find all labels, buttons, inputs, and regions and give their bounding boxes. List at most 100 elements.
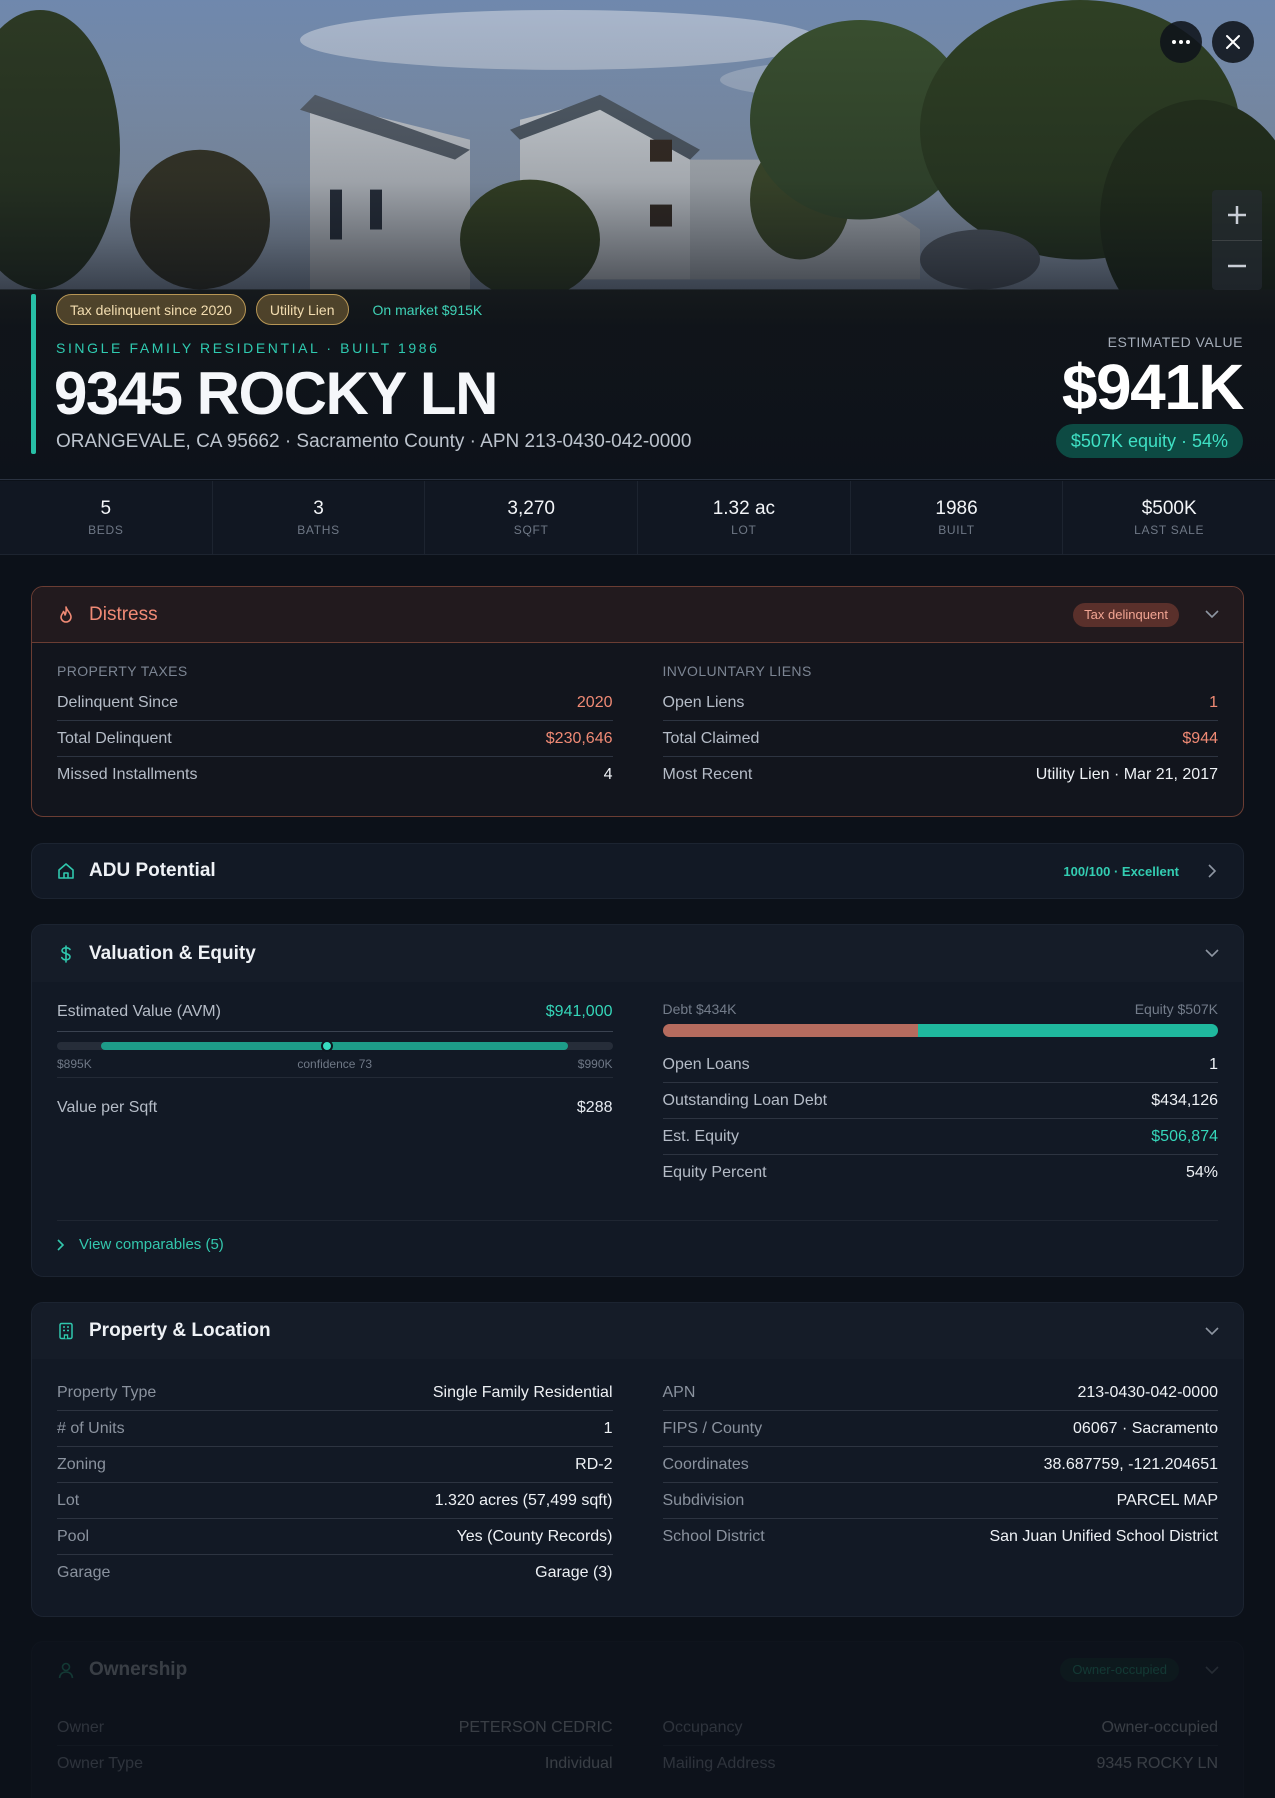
debt-portion bbox=[662, 1024, 919, 1037]
estimated-value: $941K bbox=[1061, 351, 1245, 423]
avm-row: Estimated Value (AVM) $941,000 bbox=[57, 992, 613, 1032]
section-label: PROPERTY TAXES bbox=[57, 663, 188, 679]
row-label: Pool bbox=[57, 1527, 90, 1545]
table-row: Owner PETERSON CEDRIC bbox=[57, 1710, 613, 1746]
row-value: 213-0430-042-0000 bbox=[1077, 1383, 1218, 1401]
table-row: APN 213-0430-042-0000 bbox=[662, 1375, 1218, 1411]
plus-icon bbox=[1228, 206, 1246, 224]
section-label: INVOLUNTARY LIENS bbox=[662, 663, 812, 679]
stat-label: BATHS bbox=[297, 523, 340, 537]
distress-header[interactable]: Distress Tax delinquent bbox=[32, 587, 1243, 643]
ownership-title: Ownership bbox=[89, 1659, 188, 1680]
row-value: 38.687759, -121.204651 bbox=[1043, 1455, 1218, 1473]
tax-delinquent-chip: Tax delinquent since 2020 bbox=[56, 294, 246, 325]
row-value: $506,874 bbox=[1151, 1127, 1218, 1145]
distress-card: Distress Tax delinquent PROPERTY TAXES D… bbox=[31, 586, 1244, 817]
row-label: Outstanding Loan Debt bbox=[662, 1091, 828, 1109]
stat-label: BUILT bbox=[938, 523, 975, 537]
adu-potential-card[interactable]: ADU Potential 100/100 · Excellent bbox=[31, 843, 1244, 899]
table-row: Open Liens 1 bbox=[662, 685, 1218, 721]
row-value: San Juan Unified School District bbox=[989, 1528, 1218, 1545]
valuation-header[interactable]: Valuation & Equity bbox=[32, 925, 1243, 982]
property-stats: 5 BEDS 3 BATHS 3,270 SQFT 1.32 ac LOT 1986 BU… bbox=[0, 481, 1275, 555]
view-comparables-link[interactable]: View comparables (5) bbox=[57, 1220, 1218, 1253]
stat-sqft: 3,270 SQFT bbox=[425, 481, 639, 554]
distress-title: Distress bbox=[89, 603, 158, 625]
flame-icon bbox=[57, 605, 75, 624]
debt-equity-section: Debt $434K Equity $507K Open Loans 1 Outs… bbox=[662, 992, 1219, 1191]
row-label: Mailing Address bbox=[662, 1755, 776, 1772]
table-row: Pool Yes (County Records) bbox=[57, 1519, 613, 1555]
range-low-label: $895K bbox=[57, 1057, 92, 1071]
row-label: Est. Equity bbox=[662, 1127, 739, 1145]
zoom-out-button[interactable] bbox=[1212, 240, 1262, 290]
row-label: APN bbox=[662, 1383, 696, 1401]
stat-baths: 3 BATHS bbox=[213, 481, 426, 554]
valuation-equity-card: Valuation & Equity Estimated Value (AVM)… bbox=[31, 924, 1244, 1277]
row-value: 54% bbox=[1185, 1164, 1218, 1181]
estimate-marker bbox=[321, 1040, 334, 1052]
row-label: Equity Percent bbox=[662, 1164, 767, 1181]
adu-header[interactable]: ADU Potential 100/100 · Excellent bbox=[32, 844, 1243, 898]
table-row: Zoning RD-2 bbox=[57, 1447, 613, 1483]
table-row: Property Type Single Family Residential bbox=[57, 1375, 613, 1411]
row-value: PETERSON CEDRIC bbox=[458, 1718, 613, 1736]
close-button[interactable] bbox=[1212, 21, 1254, 63]
stat-lot: 1.32 ac LOT bbox=[638, 481, 851, 554]
table-row: Owner Type Individual bbox=[57, 1746, 613, 1782]
row-label: Total Delinquent bbox=[57, 729, 172, 747]
more-options-button[interactable] bbox=[1160, 21, 1202, 63]
property-location-header[interactable]: Property & Location bbox=[32, 1303, 1243, 1359]
row-value: 1 bbox=[1209, 1055, 1218, 1073]
row-label: Subdivision bbox=[662, 1491, 745, 1509]
status-chips: Tax delinquent since 2020 Utility Lien O… bbox=[56, 294, 496, 325]
stat-value: 3,270 bbox=[507, 498, 555, 519]
equity-label: Equity $507K bbox=[1134, 1001, 1218, 1017]
range-fill bbox=[101, 1042, 569, 1050]
table-row: Total Claimed $944 bbox=[662, 721, 1218, 757]
stat-value: 5 bbox=[100, 498, 112, 519]
row-label: # of Units bbox=[57, 1419, 125, 1437]
table-row: Garage Garage (3) bbox=[57, 1555, 613, 1591]
property-location-card: Property & Location Property Type Single … bbox=[31, 1302, 1244, 1617]
stat-value: $500K bbox=[1141, 498, 1197, 519]
chevron-down-icon[interactable] bbox=[1205, 947, 1219, 961]
chevron-down-icon[interactable] bbox=[1205, 608, 1219, 622]
utility-lien-chip: Utility Lien bbox=[255, 294, 349, 325]
row-value: 9345 ROCKY LN bbox=[1096, 1755, 1218, 1772]
table-row: Equity Percent 54% bbox=[663, 1155, 1219, 1191]
row-value: Utility Lien · Mar 21, 2017 bbox=[1035, 766, 1218, 783]
row-label: Lot bbox=[57, 1491, 80, 1509]
estimated-value-label: ESTIMATED VALUE bbox=[1107, 334, 1243, 350]
chevron-right-icon[interactable] bbox=[1205, 864, 1219, 878]
avm-value: $941,000 bbox=[545, 1002, 613, 1020]
home-icon bbox=[57, 862, 75, 880]
property-details-right: APN 213-0430-042-0000 FIPS / County 06067 … bbox=[662, 1375, 1218, 1591]
stat-value: 1986 bbox=[935, 498, 978, 519]
property-taxes-section: PROPERTY TAXES Delinquent Since 2020 Tota… bbox=[57, 663, 613, 793]
involuntary-liens-section: INVOLUNTARY LIENS Open Liens 1 Total Clai… bbox=[662, 663, 1218, 793]
confidence-label: confidence 73 bbox=[297, 1057, 373, 1071]
ownership-right: Occupancy Owner-occupied Mailing Address 9… bbox=[662, 1710, 1219, 1782]
row-value: $434,126 bbox=[1151, 1091, 1218, 1109]
avm-label: Estimated Value (AVM) bbox=[57, 1002, 221, 1020]
chevron-down-icon[interactable] bbox=[1205, 1663, 1219, 1677]
row-value: 1.320 acres (57,499 sqft) bbox=[434, 1491, 613, 1509]
zoom-in-button[interactable] bbox=[1212, 190, 1262, 240]
row-label: Missed Installments bbox=[57, 766, 198, 783]
row-label: FIPS / County bbox=[662, 1419, 763, 1437]
row-label: Coordinates bbox=[662, 1455, 749, 1473]
stat-value: 1.32 ac bbox=[712, 498, 776, 519]
valuation-title: Valuation & Equity bbox=[89, 942, 256, 964]
ownership-header[interactable]: Ownership Owner-occupied bbox=[32, 1642, 1243, 1698]
table-row: Subdivision PARCEL MAP bbox=[662, 1483, 1218, 1519]
row-value: $944 bbox=[1182, 729, 1218, 747]
value-per-sqft-row: Value per Sqft $288 bbox=[57, 1077, 613, 1137]
property-address: 9345 ROCKY LN bbox=[54, 360, 498, 427]
stat-last-sale: $500K LAST SALE bbox=[1063, 481, 1275, 554]
table-row: Open Loans 1 bbox=[662, 1047, 1218, 1083]
row-value: Owner-occupied bbox=[1101, 1718, 1219, 1736]
property-subaddress: ORANGEVALE, CA 95662 · Sacramento County… bbox=[56, 431, 692, 452]
chevron-down-icon[interactable] bbox=[1205, 1324, 1219, 1338]
stat-label: BEDS bbox=[88, 523, 124, 537]
